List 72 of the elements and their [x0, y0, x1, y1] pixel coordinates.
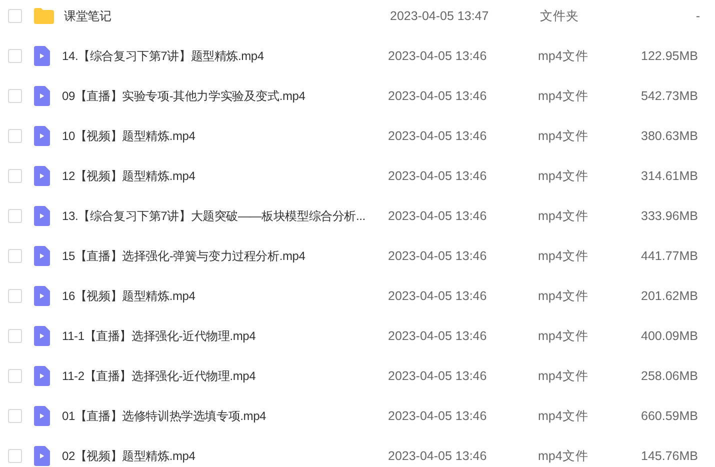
folder-icon [34, 8, 54, 24]
modified-date: 2023-04-05 13:46 [388, 329, 488, 343]
file-size: 333.96MB [640, 209, 698, 223]
file-type: mp4文件 [538, 168, 590, 184]
file-size: 441.77MB [640, 249, 698, 263]
video-file-icon [34, 46, 50, 66]
video-file-icon [34, 246, 50, 266]
file-name[interactable]: 12【视频】题型精炼.mp4 [62, 168, 388, 184]
file-name[interactable]: 14.【综合复习下第7讲】题型精炼.mp4 [62, 48, 388, 64]
file-size: 314.61MB [640, 169, 698, 183]
video-file-icon [34, 86, 50, 106]
row-checkbox[interactable] [8, 209, 22, 223]
file-type: mp4文件 [538, 208, 590, 224]
file-type: mp4文件 [538, 88, 590, 104]
modified-date: 2023-04-05 13:46 [388, 209, 488, 223]
file-name[interactable]: 15【直播】选择强化-弹簧与变力过程分析.mp4 [62, 248, 388, 264]
file-type: mp4文件 [538, 128, 590, 144]
video-file-icon [34, 206, 50, 226]
video-file-icon [34, 326, 50, 346]
file-name[interactable]: 11-2【直播】选择强化-近代物理.mp4 [62, 368, 388, 384]
modified-date: 2023-04-05 13:46 [388, 169, 488, 183]
file-name[interactable]: 11-1【直播】选择强化-近代物理.mp4 [62, 328, 388, 344]
video-file-icon [34, 366, 50, 386]
modified-date: 2023-04-05 13:46 [388, 409, 488, 423]
video-file-icon [34, 166, 50, 186]
file-type: mp4文件 [538, 48, 590, 64]
video-file-icon [34, 126, 50, 146]
modified-date: 2023-04-05 13:46 [388, 249, 488, 263]
file-name[interactable]: 02【视频】题型精炼.mp4 [62, 448, 388, 464]
row-checkbox[interactable] [8, 9, 22, 23]
modified-date: 2023-04-05 13:46 [388, 89, 488, 103]
row-checkbox[interactable] [8, 169, 22, 183]
row-checkbox[interactable] [8, 449, 22, 463]
file-size: 258.06MB [640, 369, 698, 383]
file-name[interactable]: 09【直播】实验专项-其他力学实验及变式.mp4 [62, 88, 388, 104]
file-name[interactable]: 01【直播】选修特训热学选填专项.mp4 [62, 408, 388, 424]
file-size: 145.76MB [640, 449, 698, 463]
file-size: 380.63MB [640, 129, 698, 143]
file-size: 660.59MB [640, 409, 698, 423]
file-type: mp4文件 [538, 448, 590, 464]
file-name[interactable]: 13.【综合复习下第7讲】大题突破——板块模型综合分析... [62, 208, 388, 224]
video-file-icon [34, 446, 50, 466]
file-type: mp4文件 [538, 248, 590, 264]
file-name[interactable]: 16【视频】题型精炼.mp4 [62, 288, 388, 304]
file-type: mp4文件 [538, 328, 590, 344]
modified-date: 2023-04-05 13:46 [388, 289, 488, 303]
modified-date: 2023-04-05 13:46 [388, 449, 488, 463]
row-checkbox[interactable] [8, 249, 22, 263]
video-file-icon [34, 286, 50, 306]
modified-date: 2023-04-05 13:46 [388, 369, 488, 383]
file-name[interactable]: 课堂笔记 [64, 8, 390, 24]
file-size: 400.09MB [640, 329, 698, 343]
row-checkbox[interactable] [8, 409, 22, 423]
row-checkbox[interactable] [8, 89, 22, 103]
row-checkbox[interactable] [8, 329, 22, 343]
file-type: mp4文件 [538, 368, 590, 384]
file-size: - [694, 9, 700, 23]
file-type: 文件夹 [540, 8, 580, 24]
modified-date: 2023-04-05 13:46 [388, 129, 488, 143]
file-type: mp4文件 [538, 288, 590, 304]
modified-date: 2023-04-05 13:46 [388, 49, 488, 63]
modified-date: 2023-04-05 13:47 [390, 9, 490, 23]
row-checkbox[interactable] [8, 49, 22, 63]
row-checkbox[interactable] [8, 129, 22, 143]
file-size: 201.62MB [640, 289, 698, 303]
file-type: mp4文件 [538, 408, 590, 424]
row-checkbox[interactable] [8, 369, 22, 383]
file-name[interactable]: 10【视频】题型精炼.mp4 [62, 128, 388, 144]
row-checkbox[interactable] [8, 289, 22, 303]
video-file-icon [34, 406, 50, 426]
file-size: 542.73MB [640, 89, 698, 103]
file-size: 122.95MB [640, 49, 698, 63]
